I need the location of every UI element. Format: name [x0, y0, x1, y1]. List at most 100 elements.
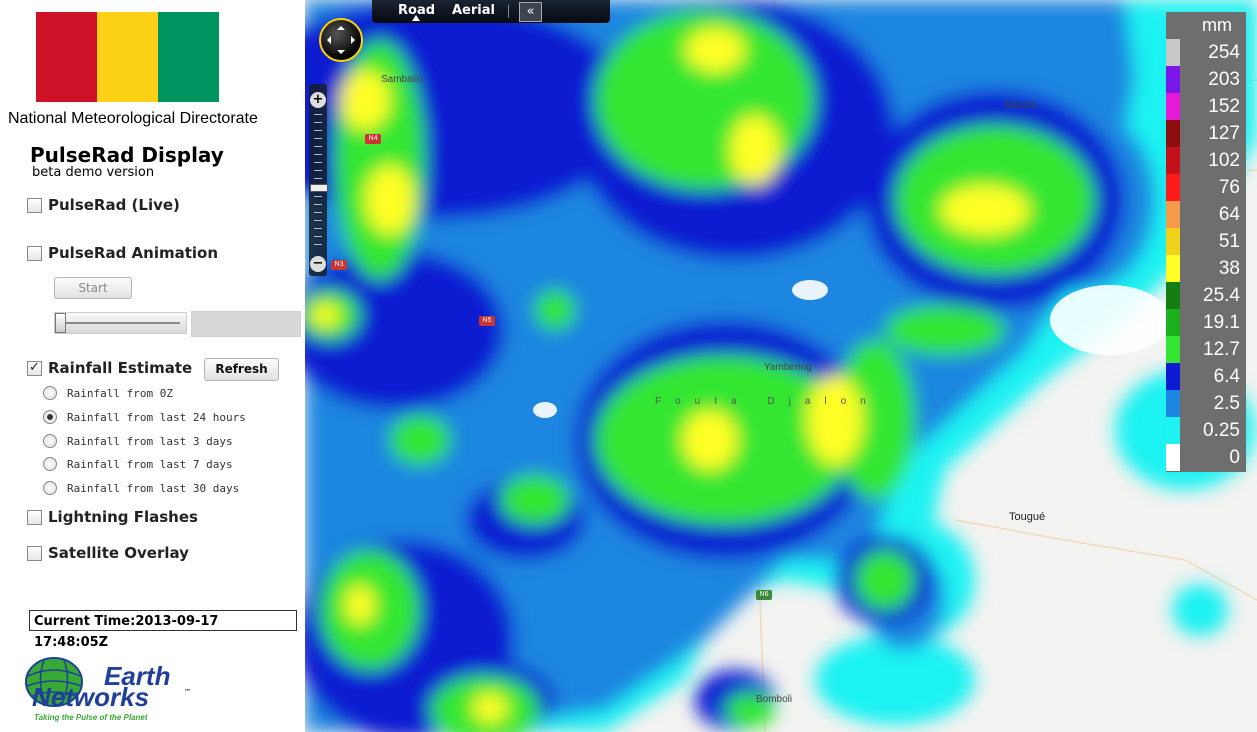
legend-label: 19.1 [1203, 312, 1240, 333]
legend-swatch [1166, 120, 1180, 147]
region-label: Fouta Djalon [655, 396, 880, 407]
legend-row: 0 [1166, 444, 1246, 471]
brand-trademark: ™ [184, 688, 191, 696]
lightning-flashes-checkbox[interactable]: Lightning Flashes [27, 508, 198, 526]
town-label: Sambailo [381, 74, 423, 85]
checkbox-box-checked[interactable]: ✓ [27, 360, 42, 376]
radio-rainfall-0z[interactable]: Rainfall from 0Z [43, 386, 173, 400]
pulserad-live-checkbox[interactable]: PulseRad (Live) [27, 196, 180, 214]
checkbox-box[interactable] [27, 197, 42, 213]
legend-label: 25.4 [1203, 285, 1240, 306]
rainfall-estimate-label: Rainfall Estimate [48, 359, 193, 377]
legend-row: 64 [1166, 201, 1246, 228]
pan-left-icon[interactable] [323, 36, 331, 44]
checkbox-box[interactable] [27, 545, 42, 561]
legend-label: 127 [1208, 123, 1240, 144]
legend-row: 2.5 [1166, 390, 1246, 417]
legend-label: 76 [1218, 177, 1240, 198]
radio-button[interactable] [43, 386, 57, 400]
legend-row: 6.4 [1166, 363, 1246, 390]
animation-slider-thumb[interactable] [55, 313, 66, 333]
radio-button[interactable] [43, 481, 57, 495]
zoom-out-button[interactable]: − [310, 256, 326, 272]
pulserad-live-label: PulseRad (Live) [48, 196, 180, 214]
radio-button[interactable] [43, 434, 57, 448]
radio-rainfall-30d[interactable]: Rainfall from last 30 days [43, 481, 239, 495]
radio-button[interactable] [43, 457, 57, 471]
pan-right-icon[interactable] [351, 36, 359, 44]
current-time-display: Current Time:2013-09-17 17:48:05Z [29, 610, 297, 650]
town-label: Missira [1005, 100, 1037, 111]
rainfall-legend: mm 254 203 152 127 102 76 64 51 38 25.4 19.1 12.7 6.… [1166, 12, 1246, 472]
zoom-slider-handle[interactable] [310, 184, 328, 192]
legend-row: 0.25 [1166, 417, 1246, 444]
brand-name-line2: Networks [32, 682, 150, 712]
legend-label: 12.7 [1203, 339, 1240, 360]
legend-swatch [1166, 390, 1180, 417]
pulserad-animation-label: PulseRad Animation [48, 244, 219, 262]
pan-compass-icon[interactable] [319, 18, 363, 62]
radio-rainfall-7d[interactable]: Rainfall from last 7 days [43, 457, 233, 471]
slider-line [61, 322, 180, 324]
legend-row: 127 [1166, 120, 1246, 147]
road-shield: N3 [331, 260, 347, 270]
animation-slider-track[interactable] [54, 312, 187, 334]
rainfall-map[interactable]: Sambailo Missira Yambering Tougué Bombol… [305, 0, 1257, 732]
legend-swatch [1166, 174, 1180, 201]
flag-band-yellow [97, 12, 158, 102]
legend-label: 0.25 [1203, 420, 1240, 441]
brand-tagline: Taking the Pulse of the Planet [34, 713, 148, 722]
pan-up-icon[interactable] [337, 22, 345, 30]
flag-band-green [158, 12, 219, 102]
selected-indicator [412, 15, 420, 21]
legend-label: 51 [1218, 231, 1240, 252]
flag-band-red [36, 12, 97, 102]
satellite-overlay-checkbox[interactable]: Satellite Overlay [27, 544, 189, 562]
organization-name: National Meteorological Directorate [8, 110, 258, 127]
legend-row: 25.4 [1166, 282, 1246, 309]
legend-label: 152 [1208, 96, 1240, 117]
zoom-control[interactable]: + − [309, 84, 328, 276]
legend-unit: mm [1202, 15, 1232, 35]
legend-label: 0 [1229, 447, 1240, 468]
legend-swatch [1166, 282, 1180, 309]
checkbox-box[interactable] [27, 245, 42, 261]
radio-rainfall-24h[interactable]: Rainfall from last 24 hours [43, 410, 246, 424]
refresh-button[interactable]: Refresh [204, 358, 279, 381]
collapse-toolbar-button[interactable]: « [519, 2, 542, 22]
legend-row: 102 [1166, 147, 1246, 174]
start-button[interactable]: Start [54, 277, 132, 299]
legend-row: 12.7 [1166, 336, 1246, 363]
legend-swatch [1166, 309, 1180, 336]
road-shield: N4 [365, 134, 381, 144]
pan-down-icon[interactable] [337, 50, 345, 58]
pulserad-animation-checkbox[interactable]: PulseRad Animation [27, 244, 218, 262]
legend-row: 19.1 [1166, 309, 1246, 336]
town-label: Bomboli [756, 694, 793, 705]
zoom-in-button[interactable]: + [310, 92, 326, 108]
legend-row: 254 [1166, 39, 1246, 66]
radio-button-selected[interactable] [43, 410, 57, 424]
legend-swatch [1166, 66, 1180, 93]
aerial-view-tab[interactable]: Aerial [452, 3, 495, 18]
rainfall-estimate-checkbox[interactable]: ✓ Rainfall Estimate [27, 359, 192, 377]
satellite-overlay-label: Satellite Overlay [48, 544, 189, 562]
lightning-flashes-label: Lightning Flashes [48, 508, 198, 526]
legend-row: 203 [1166, 66, 1246, 93]
radio-rainfall-3d[interactable]: Rainfall from last 3 days [43, 434, 233, 448]
legend-label: 38 [1218, 258, 1240, 279]
radio-label: Rainfall from last 3 days [67, 434, 233, 448]
legend-swatch [1166, 93, 1180, 120]
road-shield: N6 [756, 590, 772, 600]
legend-swatch [1166, 444, 1180, 471]
legend-swatch [1166, 336, 1180, 363]
checkbox-box[interactable] [27, 509, 42, 525]
legend-swatch [1166, 147, 1180, 174]
toolbar-separator [508, 5, 509, 18]
legend-label: 102 [1208, 150, 1240, 171]
radio-label: Rainfall from last 7 days [67, 457, 233, 471]
legend-row: 76 [1166, 174, 1246, 201]
town-label: Tougué [1009, 511, 1046, 523]
legend-swatch [1166, 363, 1180, 390]
app-subtitle: beta demo version [32, 165, 155, 180]
